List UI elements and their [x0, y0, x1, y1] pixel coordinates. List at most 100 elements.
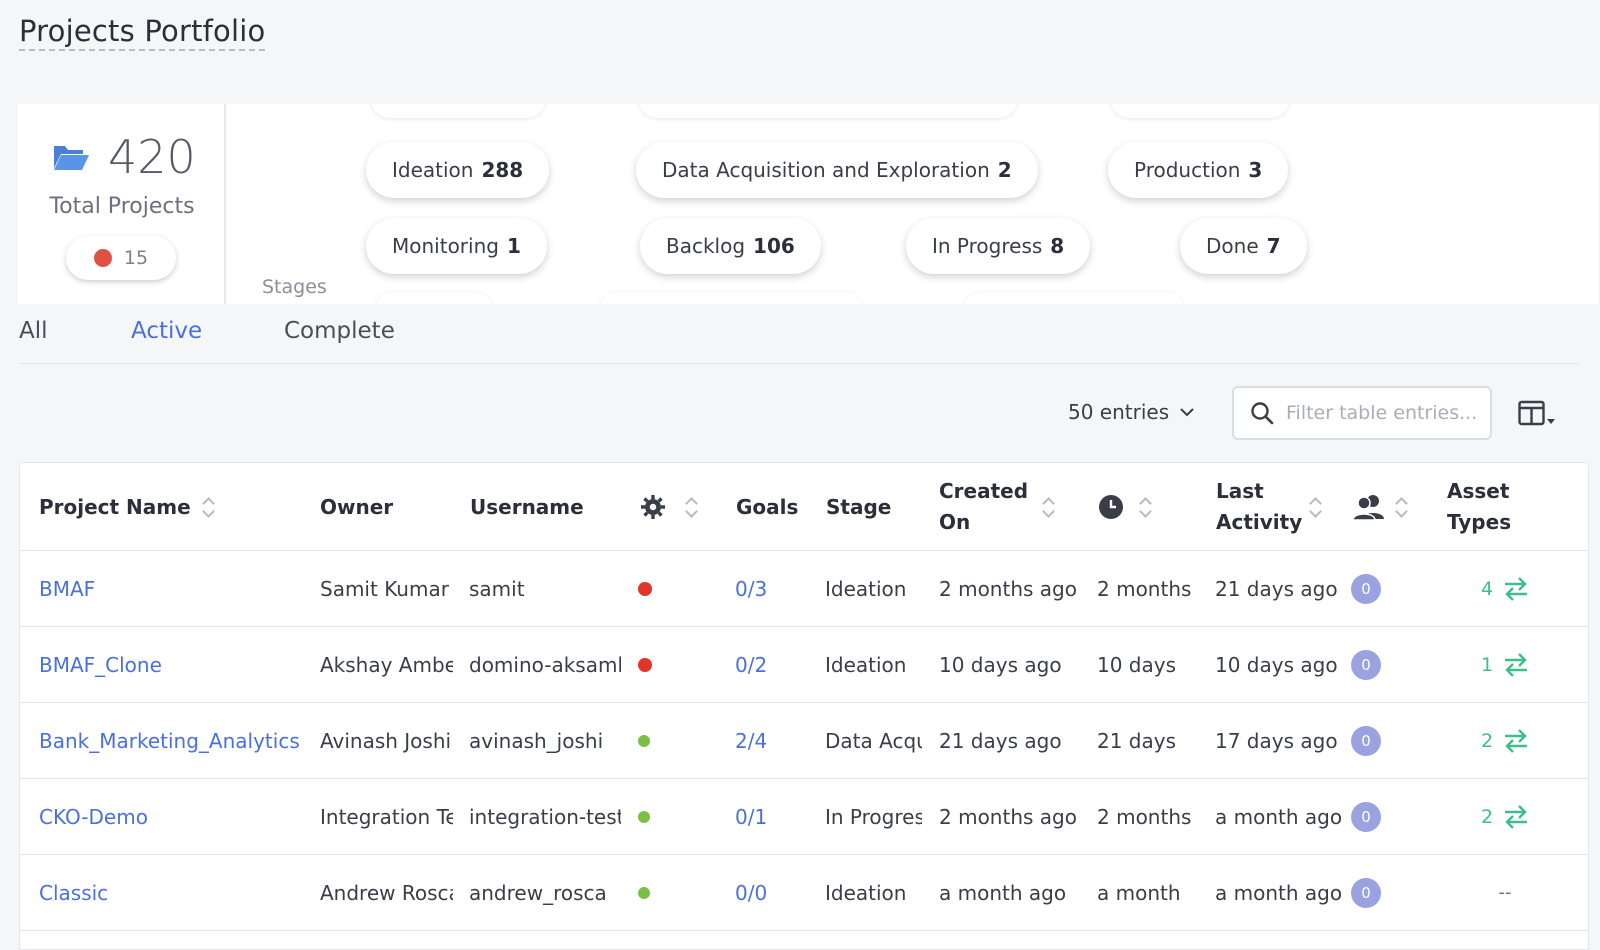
stage-pill-done[interactable]: Done 7	[1180, 218, 1307, 274]
owner-name: Samit Kumar T	[320, 576, 453, 601]
sort-icon	[686, 496, 698, 518]
project-name-link[interactable]: Bank_Marketing_Analytics	[39, 729, 300, 753]
tab-active[interactable]: Active	[131, 318, 202, 344]
sort-icon	[1396, 496, 1408, 518]
stage-pill-backlog[interactable]: Backlog 106	[640, 218, 821, 274]
duration-value: a month	[1097, 880, 1181, 905]
users-icon	[1352, 495, 1384, 521]
col-collaborators[interactable]	[1352, 463, 1408, 551]
col-asset-types: Asset Types	[1447, 479, 1512, 534]
goals-link[interactable]: 0/1	[735, 805, 767, 829]
status-dot-icon	[638, 581, 652, 596]
project-name-link[interactable]: Classic	[39, 881, 108, 905]
col-created-on[interactable]: Created On	[939, 463, 1055, 551]
search-icon	[1251, 402, 1274, 425]
created-on-value: 2 months ago	[939, 804, 1077, 829]
username: andrew_rosca	[469, 880, 607, 905]
asset-types-link[interactable]: 1	[1481, 652, 1529, 677]
sort-icon	[1310, 496, 1322, 518]
project-name-link[interactable]: BMAF_Clone	[39, 653, 162, 677]
stage-pill-ghost	[962, 292, 1186, 304]
last-activity-value: 10 days ago	[1215, 652, 1338, 677]
tab-all[interactable]: All	[19, 318, 48, 344]
collaborators-badge[interactable]: 0	[1351, 877, 1381, 908]
created-on-value: 21 days ago	[939, 728, 1062, 753]
table-row: Classic Andrew Rosca andrew_rosca 0/0 Id…	[20, 855, 1588, 931]
goals-link[interactable]: 0/0	[735, 881, 767, 905]
stages-label: Stages	[262, 276, 327, 298]
risk-dot-icon	[93, 249, 112, 267]
owner-name: Integration Tes	[320, 804, 453, 829]
stage-pill-production[interactable]: Production 3	[1108, 142, 1289, 198]
col-duration[interactable]	[1098, 463, 1152, 551]
swap-arrows-icon	[1505, 576, 1528, 601]
goals-link[interactable]: 0/2	[735, 653, 767, 677]
duration-value: 2 months	[1097, 804, 1192, 829]
summary-panel: 420 Total Projects 15 Ideation 288 Data A…	[18, 104, 1598, 304]
stage-value: Ideation	[825, 652, 907, 677]
total-projects-card: 420 Total Projects 15	[18, 104, 226, 304]
col-owner: Owner	[320, 494, 394, 519]
collaborators-badge[interactable]: 0	[1351, 649, 1381, 680]
stage-value: Ideation	[825, 880, 907, 905]
table-row: BMAF Samit Kumar T samit 0/3 Ideation 2 …	[20, 551, 1588, 627]
owner-name: Avinash Joshi	[320, 728, 452, 753]
table-header: Project Name Owner Username Goals Stage …	[20, 463, 1588, 551]
last-activity-value: a month ago	[1215, 804, 1343, 829]
duration-value: 2 months	[1097, 576, 1192, 601]
asset-types-link[interactable]: 2	[1481, 804, 1529, 829]
col-status[interactable]	[638, 463, 698, 551]
sort-icon	[1043, 496, 1055, 518]
entries-dropdown[interactable]: 50 entries	[1068, 400, 1195, 424]
collaborators-badge[interactable]: 0	[1351, 801, 1381, 832]
projects-table: Project Name Owner Username Goals Stage …	[19, 462, 1589, 950]
col-last-activity[interactable]: Last Activity	[1216, 463, 1322, 551]
tab-complete[interactable]: Complete	[284, 318, 395, 344]
sort-icon	[1140, 496, 1152, 518]
total-projects-count: 420	[108, 130, 196, 184]
stage-pill-monitoring[interactable]: Monitoring 1	[366, 218, 547, 274]
stage-value: Ideation	[825, 576, 907, 601]
status-dot-icon	[638, 734, 650, 747]
project-name-link[interactable]: BMAF	[39, 577, 95, 601]
filter-search-box	[1232, 386, 1492, 440]
status-tabs: All Active Complete	[19, 318, 1579, 364]
column-chooser-icon[interactable]	[1518, 400, 1558, 428]
username: integration-test	[469, 804, 621, 829]
col-username: Username	[470, 494, 584, 519]
duration-value: 10 days	[1097, 652, 1177, 677]
table-row: Bank_Marketing_Analytics Avinash Joshi a…	[20, 703, 1588, 779]
collaborators-badge[interactable]: 0	[1351, 725, 1381, 756]
stage-pill-in-progress[interactable]: In Progress 8	[906, 218, 1091, 274]
col-project-name[interactable]: Project Name	[39, 463, 215, 551]
asset-types-link[interactable]: 2	[1481, 728, 1529, 753]
entries-label: 50 entries	[1068, 400, 1170, 424]
collaborators-badge[interactable]: 0	[1351, 573, 1381, 604]
filter-table-input[interactable]	[1286, 402, 1486, 424]
swap-arrows-icon	[1505, 652, 1528, 677]
project-name-link[interactable]: CKO-Demo	[39, 805, 148, 829]
asset-types-link[interactable]: 4	[1481, 576, 1529, 601]
goals-link[interactable]: 2/4	[735, 729, 767, 753]
created-on-value: 2 months ago	[939, 576, 1077, 601]
col-stage: Stage	[826, 494, 892, 519]
last-activity-value: 21 days ago	[1215, 576, 1338, 601]
stage-value: In Progres	[825, 804, 922, 829]
table-row: CKO-Demo Integration Tes integration-tes…	[20, 779, 1588, 855]
swap-arrows-icon	[1505, 728, 1528, 753]
status-gear-icon	[641, 495, 665, 519]
last-activity-value: 17 days ago	[1215, 728, 1338, 753]
duration-value: 21 days	[1097, 728, 1177, 753]
asset-types-empty: --	[1498, 882, 1512, 903]
status-dot-icon	[638, 886, 650, 899]
username: avinash_joshi	[469, 728, 604, 753]
owner-name: Akshay Ambek	[320, 652, 453, 677]
stage-pill-ideation[interactable]: Ideation 288	[366, 142, 550, 198]
at-risk-filter[interactable]: 15	[66, 236, 176, 280]
stage-pill-data-acquisition[interactable]: Data Acquisition and Exploration 2	[636, 142, 1038, 198]
page-title: Projects Portfolio	[19, 14, 266, 51]
created-on-value: 10 days ago	[939, 652, 1062, 677]
username: domino-aksamb	[469, 652, 621, 677]
folder-open-icon	[54, 146, 89, 170]
goals-link[interactable]: 0/3	[735, 577, 767, 601]
